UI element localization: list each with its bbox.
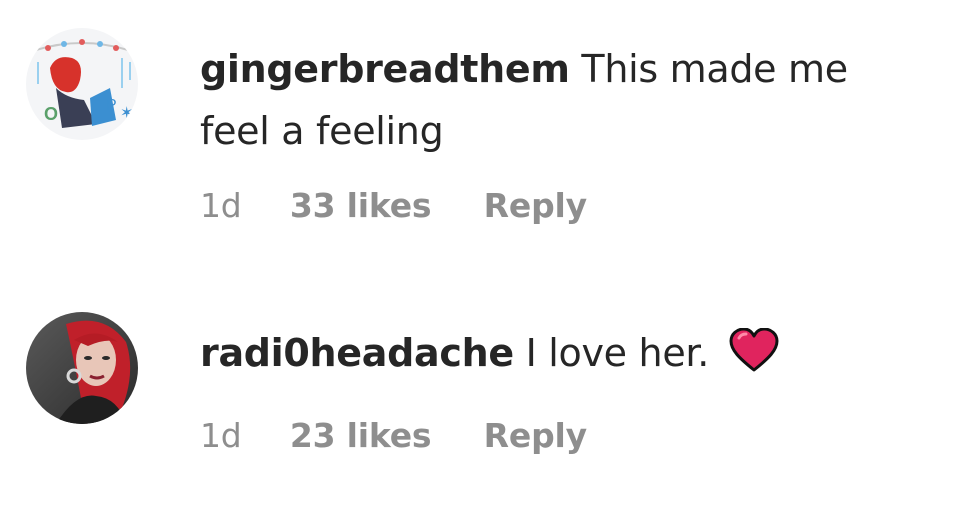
comment-text-block: radi0headache I love her. (200, 322, 900, 390)
comment-meta: 1d 23 likes Reply (200, 416, 587, 455)
svg-text:P: P (106, 97, 117, 114)
reply-button[interactable]: Reply (484, 186, 587, 225)
reply-button[interactable]: Reply (484, 416, 587, 455)
avatar-drawing-icon: O P ✶ (26, 28, 138, 140)
comment-meta: 1d 33 likes Reply (200, 186, 587, 225)
comment-likes[interactable]: 33 likes (290, 186, 432, 225)
comment-text-block: gingerbreadthem This made me feel a feel… (200, 38, 900, 162)
svg-text:✶: ✶ (120, 105, 133, 122)
avatar-photo-icon (26, 312, 138, 424)
avatar[interactable] (26, 312, 138, 424)
avatar[interactable]: O P ✶ (26, 28, 138, 140)
red-heart-icon (729, 327, 779, 390)
comment-likes[interactable]: 23 likes (290, 416, 432, 455)
comment-username[interactable]: gingerbreadthem (200, 47, 570, 91)
comment-timestamp[interactable]: 1d (200, 186, 242, 225)
comment-body: I love her. (525, 331, 710, 375)
comment-username[interactable]: radi0headache (200, 331, 514, 375)
svg-text:O: O (44, 104, 58, 124)
comment-timestamp[interactable]: 1d (200, 416, 242, 455)
